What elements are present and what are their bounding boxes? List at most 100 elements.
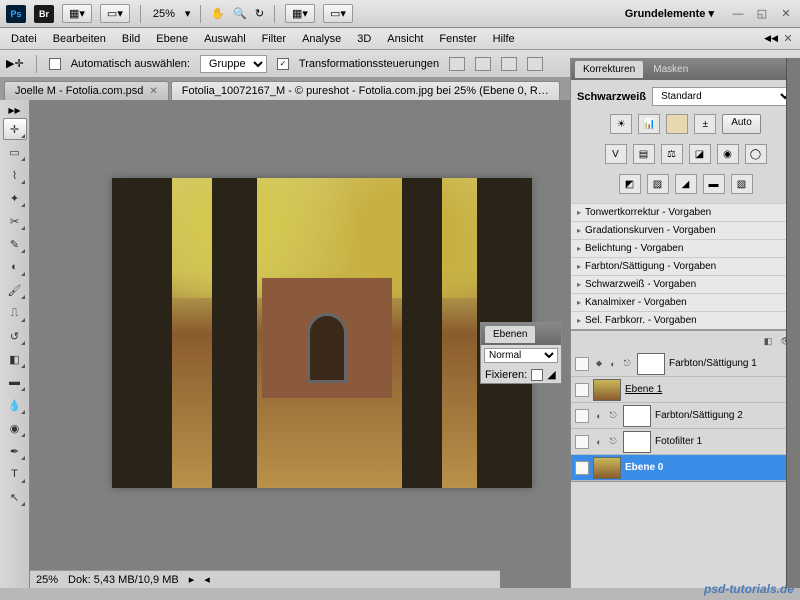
brightness-icon[interactable]: ☀ [610,114,632,134]
threshold-icon[interactable]: ◢ [675,174,697,194]
clip-icon[interactable]: ◧ [762,335,774,347]
tab-masken[interactable]: Masken [645,61,696,78]
gradient-tool[interactable]: ▬ [3,371,27,393]
preset-item[interactable]: Belichtung - Vorgaben [571,239,800,257]
zoom-level[interactable]: 25% [151,6,177,22]
mixer-icon[interactable]: ◉ [717,144,739,164]
layer-row[interactable]: ⬥◐⎋ Farbton/Sättigung 1 [571,351,800,377]
doc-close-icon[interactable]: ✕ [780,32,796,46]
auto-select-checkbox[interactable] [49,58,61,70]
screen-mode-button[interactable]: ▭▾ [100,4,130,23]
lock-pixels-icon[interactable] [531,369,543,381]
menu-filter[interactable]: Filter [255,30,293,48]
rotate-icon[interactable]: ↻ [255,7,264,20]
path-tool[interactable]: ↖ [3,486,27,508]
preset-item[interactable]: Gradationskurven - Vorgaben [571,221,800,239]
arrange-docs-button[interactable]: ▦▾ [62,4,92,23]
visibility-toggle[interactable] [575,383,589,397]
tab-korrekturen[interactable]: Korrekturen [575,61,643,78]
eraser-tool[interactable]: ◧ [3,348,27,370]
tint-icon[interactable] [666,114,688,134]
layer-thumb[interactable] [623,431,651,453]
menu-bild[interactable]: Bild [115,30,147,48]
layer-row[interactable]: Ebene 1 [571,377,800,403]
layer-thumb[interactable] [593,379,621,401]
preset-item[interactable]: Tonwertkorrektur - Vorgaben [571,203,800,221]
close-icon[interactable]: ✕ [778,7,794,21]
type-tool[interactable]: T [3,463,27,485]
crop-tool[interactable]: ✂ [3,210,27,232]
menu-auswahl[interactable]: Auswahl [197,30,253,48]
marquee-tool[interactable]: ▭ [3,141,27,163]
preset-item[interactable]: Schwarzweiß - Vorgaben [571,275,800,293]
bw-preset-select[interactable]: Standard [652,87,794,106]
collapse-icon[interactable]: ▶▶ [0,104,29,117]
preset-item[interactable]: Kanalmixer - Vorgaben [571,293,800,311]
layer-thumb[interactable] [623,405,651,427]
layer-row[interactable]: 👁 Ebene 0 [571,455,800,481]
photoshop-icon[interactable]: Ps [6,5,26,23]
exposure-icon[interactable]: ± [694,114,716,134]
posterize-icon[interactable]: ▨ [647,174,669,194]
layer-name[interactable]: Farbton/Sättigung 2 [655,410,796,421]
layer-name[interactable]: Ebene 1 [625,384,796,395]
visibility-toggle[interactable]: 👁 [575,461,589,475]
layer-thumb[interactable] [593,457,621,479]
layer-thumb[interactable] [637,353,665,375]
blur-tool[interactable]: 💧 [3,394,27,416]
layer-row[interactable]: ◐⎋ Farbton/Sättigung 2 [571,403,800,429]
document-tab[interactable]: Fotolia_10072167_M - © pureshot - Fotoli… [171,81,560,100]
preset-item[interactable]: Farbton/Sättigung - Vorgaben [571,257,800,275]
document-canvas[interactable] [112,178,532,488]
menu-bearbeiten[interactable]: Bearbeiten [46,30,113,48]
menu-3d[interactable]: 3D [350,30,378,48]
arrange-button[interactable]: ▦▾ [285,4,315,23]
visibility-toggle[interactable] [575,357,589,371]
stamp-tool[interactable]: ⎍ [3,302,27,324]
lasso-tool[interactable]: ⌇ [3,164,27,186]
invert-icon[interactable]: ◩ [619,174,641,194]
balance-icon[interactable]: ⚖ [661,144,683,164]
bridge-icon[interactable]: Br [34,5,54,23]
align-icon[interactable] [449,57,465,71]
move-tool-preset-icon[interactable]: ▶✛ [6,57,24,70]
layer-row[interactable]: ◐⎋ Fotofilter 1 [571,429,800,455]
extras-button[interactable]: ▭▾ [323,4,353,23]
menu-ebene[interactable]: Ebene [149,30,195,48]
visibility-toggle[interactable] [575,409,589,423]
history-brush-tool[interactable]: ↺ [3,325,27,347]
wand-tool[interactable]: ✦ [3,187,27,209]
dodge-tool[interactable]: ◉ [3,417,27,439]
minimize-icon[interactable]: — [730,7,746,21]
healing-tool[interactable]: ◐ [3,256,27,278]
menu-analyse[interactable]: Analyse [295,30,348,48]
workspace-switcher[interactable]: Grundelemente ▾ [617,5,722,22]
close-icon[interactable]: ✕ [149,86,157,97]
menu-hilfe[interactable]: Hilfe [486,30,522,48]
visibility-toggle[interactable] [575,435,589,449]
layer-name[interactable]: Ebene 0 [625,462,796,473]
distribute-icon[interactable] [527,57,543,71]
document-tab[interactable]: Joelle M - Fotolia.com.psd✕ [4,81,169,100]
bw-icon[interactable]: ◪ [689,144,711,164]
levels-icon[interactable]: 📊 [638,114,660,134]
selective-icon[interactable]: ▧ [731,174,753,194]
hue-icon[interactable]: ▤ [633,144,655,164]
colorize-icon[interactable]: ◯ [745,144,767,164]
menu-fenster[interactable]: Fenster [432,30,483,48]
zoom-icon[interactable]: 🔍 [233,7,247,20]
transform-checkbox[interactable]: ✓ [277,58,289,70]
align3-icon[interactable] [501,57,517,71]
layer-name[interactable]: Fotofilter 1 [655,436,796,447]
vibrance-icon[interactable]: V [605,144,627,164]
menu-datei[interactable]: Datei [4,30,44,48]
hand-icon[interactable]: ✋ [211,7,225,20]
move-tool[interactable]: ✛ [3,118,27,140]
tab-ebenen[interactable]: Ebenen [485,326,535,343]
eyedropper-tool[interactable]: ✎ [3,233,27,255]
brush-tool[interactable]: 🖌 [3,279,27,301]
layer-name[interactable]: Farbton/Sättigung 1 [669,358,796,369]
auto-button[interactable]: Auto [722,114,761,134]
collapsed-dock[interactable] [786,58,800,588]
lock-more-icon[interactable]: ◢ [547,368,555,381]
